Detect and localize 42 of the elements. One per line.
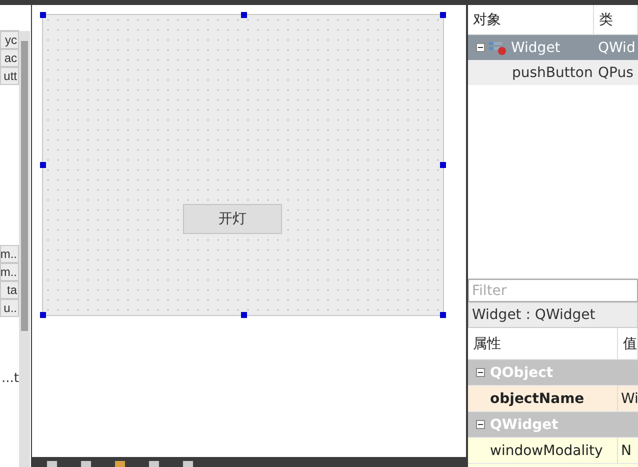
widget-box-item[interactable]: u.. [0,299,19,317]
object-label: Widget : QWidget [468,302,638,328]
toolbar-icon[interactable] [46,459,58,467]
object-name: pushButton [511,64,594,80]
widget-box-item[interactable]: yc [0,31,19,49]
scrollbar[interactable] [19,31,30,467]
resize-handle[interactable] [440,12,446,18]
column-header[interactable]: 值 [618,328,638,359]
filter-field[interactable]: Filter [468,279,638,302]
widget-icon [489,40,507,54]
property-name: windowModality [468,438,618,463]
property-value[interactable]: N [618,438,638,463]
widget-box-item[interactable]: m.. [0,263,19,281]
widget-box-item[interactable]: m.. [0,245,19,263]
resize-handle[interactable] [440,312,446,318]
resize-handle[interactable] [240,12,247,18]
collapse-icon[interactable] [476,43,485,52]
class-name: QPus [598,64,634,80]
collapse-icon[interactable] [476,420,485,429]
toolbar-icon[interactable] [148,459,160,467]
resize-handle[interactable] [440,162,446,168]
collapse-icon[interactable] [476,368,485,377]
widget-box-label: ...t [2,371,19,386]
resize-handle[interactable] [40,312,46,318]
object-row[interactable]: pushButton QPus [468,60,638,85]
widget-box-item[interactable]: ta [0,281,19,299]
resize-handle[interactable] [240,312,247,318]
toolbar-icon[interactable] [182,459,194,467]
column-header[interactable]: 对象 [468,5,594,34]
resize-handle[interactable] [40,12,46,18]
property-value[interactable]: Wi [618,386,638,411]
object-name: Widget [511,40,560,56]
class-name: QWid [598,40,636,56]
toolbar-icon[interactable] [80,459,92,467]
column-header[interactable]: 类 [594,5,638,34]
toolbar-icon[interactable] [114,459,126,467]
widget-box-item[interactable]: ac [0,49,19,67]
resize-handle[interactable] [40,162,46,168]
property-name: objectName [468,386,618,411]
push-button[interactable]: 开灯 [182,204,282,234]
widget-box-item[interactable]: utt [0,67,19,85]
column-header[interactable]: 属性 [468,328,618,359]
